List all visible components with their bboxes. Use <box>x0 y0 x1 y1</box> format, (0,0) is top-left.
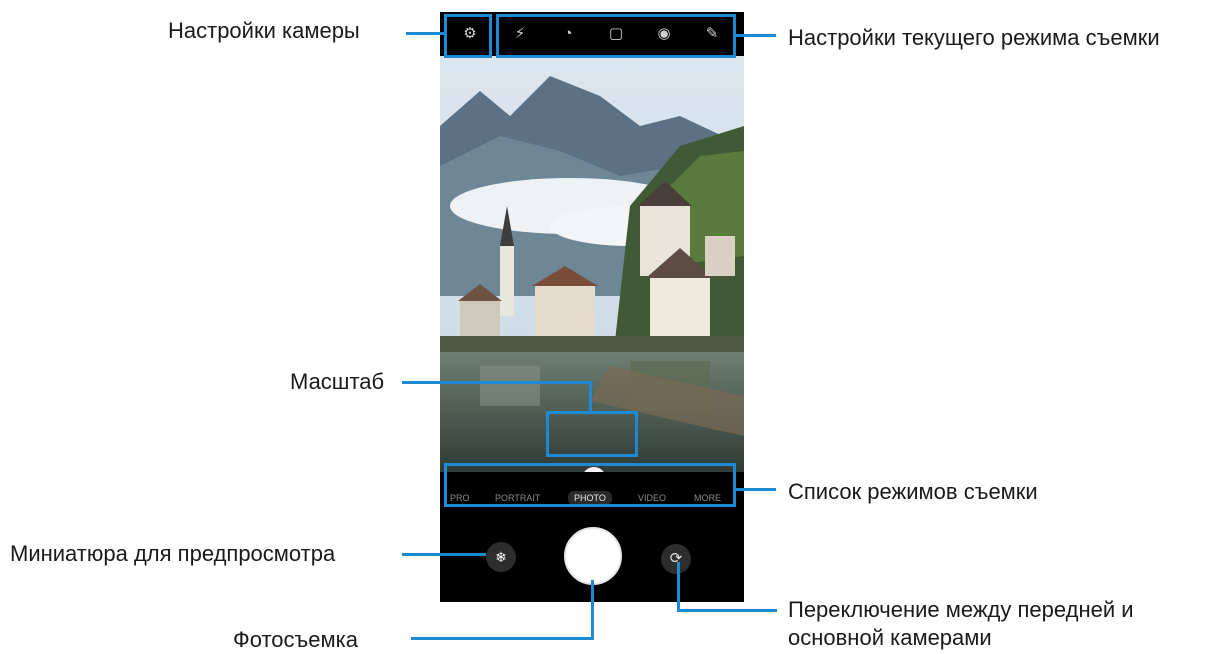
callout-preview-thumbnail: Миниатюра для предпросмотра <box>10 541 336 566</box>
camera-top-bar: ⚙ ⚡ ◔ ▢ ◉ ✎ <box>440 12 744 56</box>
zoom-control[interactable]: 1x <box>550 461 640 472</box>
leader-line <box>736 488 776 491</box>
aspect-ratio-icon[interactable]: ▢ <box>606 24 626 44</box>
leader-line <box>677 562 680 612</box>
callout-camera-settings: Настройки камеры <box>168 18 360 43</box>
preview-thumbnail[interactable]: ❄ <box>486 542 516 572</box>
motion-photo-icon[interactable]: ◉ <box>654 24 674 44</box>
leader-line <box>736 34 776 37</box>
leader-line <box>411 637 594 640</box>
shutter-button[interactable] <box>564 527 622 585</box>
mode-item[interactable]: MORE <box>694 493 721 503</box>
callout-take-photo: Фотосъемка <box>233 627 358 652</box>
filter-icon[interactable]: ✎ <box>702 24 722 44</box>
callout-zoom: Масштаб <box>290 369 385 394</box>
callout-mode-list: Список режимов съемки <box>788 479 1038 504</box>
zoom-level-button[interactable]: 1x <box>582 467 606 472</box>
camera-viewfinder[interactable]: 1x <box>440 56 744 472</box>
mode-item-active[interactable]: PHOTO <box>568 491 612 505</box>
switch-camera-icon[interactable]: ⟳ <box>661 544 691 574</box>
leader-line <box>589 381 592 412</box>
leader-line <box>591 580 594 640</box>
shooting-modes-list[interactable]: PRO PORTRAIT PHOTO VIDEO MORE <box>440 474 744 524</box>
mode-item[interactable]: VIDEO <box>638 493 666 503</box>
leader-line <box>677 609 777 612</box>
timer-icon[interactable]: ◔ <box>558 24 578 44</box>
mode-item[interactable]: PORTRAIT <box>495 493 540 503</box>
leader-line <box>406 32 444 35</box>
callout-mode-settings: Настройки текущего режима съемки <box>788 25 1160 50</box>
gear-icon[interactable]: ⚙ <box>460 24 480 44</box>
landscape-preview-image <box>440 56 744 472</box>
camera-screen: ⚙ ⚡ ◔ ▢ ◉ ✎ PRO PORTRAIT PHOTO VIDEO MOR… <box>440 12 744 602</box>
leader-line <box>402 553 486 556</box>
callout-switch-camera: Переключение между передней и основной к… <box>788 597 1134 650</box>
mode-item[interactable]: PRO <box>450 493 470 503</box>
leader-line <box>402 381 592 384</box>
flash-icon[interactable]: ⚡ <box>510 24 530 44</box>
